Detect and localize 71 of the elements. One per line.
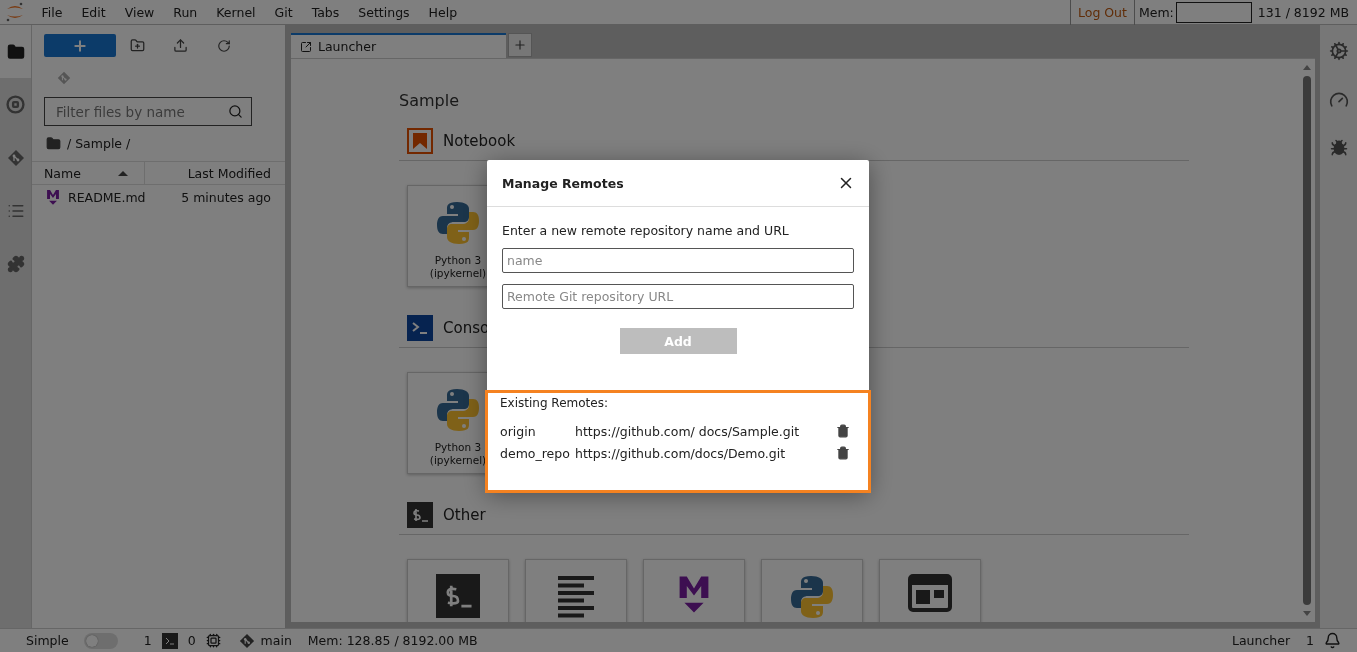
python-logo — [435, 387, 481, 433]
new-launcher-button[interactable] — [44, 34, 116, 57]
remote-url: https://github.com/docs/Demo.git — [575, 445, 786, 461]
delete-remote-button[interactable] — [836, 424, 850, 438]
notebook-icon — [407, 128, 433, 154]
bug-icon[interactable] — [1329, 139, 1348, 157]
terminal-icon — [161, 632, 178, 649]
terminal-icon — [436, 574, 480, 618]
launch-icon — [300, 40, 312, 53]
terminal-icon — [407, 502, 433, 528]
plus-icon — [513, 38, 527, 52]
remote-name-field[interactable]: name — [502, 248, 854, 273]
new-folder-icon[interactable] — [130, 38, 145, 53]
filter-field[interactable]: Filter files by name — [44, 97, 252, 126]
kernel-count: 0 — [187, 633, 196, 648]
folder-icon[interactable] — [46, 136, 61, 151]
section-heading: Notebook — [443, 132, 516, 150]
notification-icon[interactable] — [1324, 632, 1341, 649]
breadcrumb[interactable]: / Sample / — [67, 136, 131, 151]
launcher-tab[interactable]: Launcher — [291, 33, 506, 58]
branch-name[interactable]: main — [260, 633, 292, 648]
sidebar-tab[interactable] — [0, 25, 31, 78]
menu-item[interactable]: Help — [419, 4, 467, 20]
mode-label: Simple — [26, 633, 69, 648]
terminal-count: 1 — [143, 633, 152, 648]
menu-item[interactable]: Tabs — [302, 4, 349, 20]
stop-circle-icon — [6, 95, 25, 114]
markdown-icon — [677, 574, 711, 615]
remote-url: https://github.com/ docs/Sample.git — [575, 423, 800, 439]
menu-item[interactable]: File — [32, 4, 72, 20]
console-icon — [407, 315, 433, 341]
puzzle-icon — [6, 254, 25, 273]
menu-item[interactable]: Edit — [71, 4, 116, 20]
remote-url-field[interactable]: Remote Git repository URL — [502, 284, 854, 309]
search-icon — [228, 104, 243, 119]
markdown-icon — [46, 188, 60, 206]
python-logo — [435, 200, 481, 246]
gauge-icon[interactable] — [1328, 90, 1349, 110]
menu-item[interactable]: Settings — [348, 4, 420, 20]
cpu-icon — [205, 633, 221, 648]
add-tab-button[interactable] — [508, 33, 532, 57]
text-file-icon — [556, 574, 596, 618]
memory-value: 131 / 8192 MB — [1257, 4, 1349, 20]
tab-count: 1 — [1306, 633, 1314, 648]
menu-item[interactable]: Run — [163, 4, 207, 20]
memory-label: Mem: — [1138, 4, 1174, 20]
menu-item[interactable]: Git — [265, 4, 303, 20]
menu-item[interactable]: View — [115, 4, 164, 20]
python-logo — [789, 574, 835, 620]
git-branch-icon — [238, 632, 255, 649]
file-row[interactable]: README.md 5 minutes ago — [32, 185, 285, 209]
delete-remote-button[interactable] — [836, 446, 850, 460]
memory-usage: Mem: 128.85 / 8192.00 MB — [307, 633, 478, 648]
git-clone-icon — [57, 71, 71, 85]
simple-mode-toggle[interactable] — [83, 632, 118, 649]
plus-icon — [72, 37, 88, 54]
active-tab-name: Launcher — [1231, 633, 1291, 648]
refresh-icon[interactable] — [216, 38, 231, 53]
filter-input[interactable]: Filter files by name — [54, 102, 228, 121]
launcher-title: Sample — [399, 91, 460, 110]
section-heading: Other — [443, 506, 486, 524]
logout-link[interactable]: Log Out — [1075, 4, 1130, 20]
upload-icon[interactable] — [173, 38, 188, 53]
layout-icon — [908, 574, 952, 612]
column-header[interactable]: Last Modified — [145, 165, 285, 181]
sort-caret-icon — [118, 170, 128, 176]
section-heading: Conso — [443, 319, 490, 337]
folder-icon — [6, 42, 25, 61]
menu-item[interactable]: Kernel — [206, 4, 266, 20]
git-icon — [6, 148, 25, 167]
column-header[interactable]: Name — [32, 162, 145, 184]
